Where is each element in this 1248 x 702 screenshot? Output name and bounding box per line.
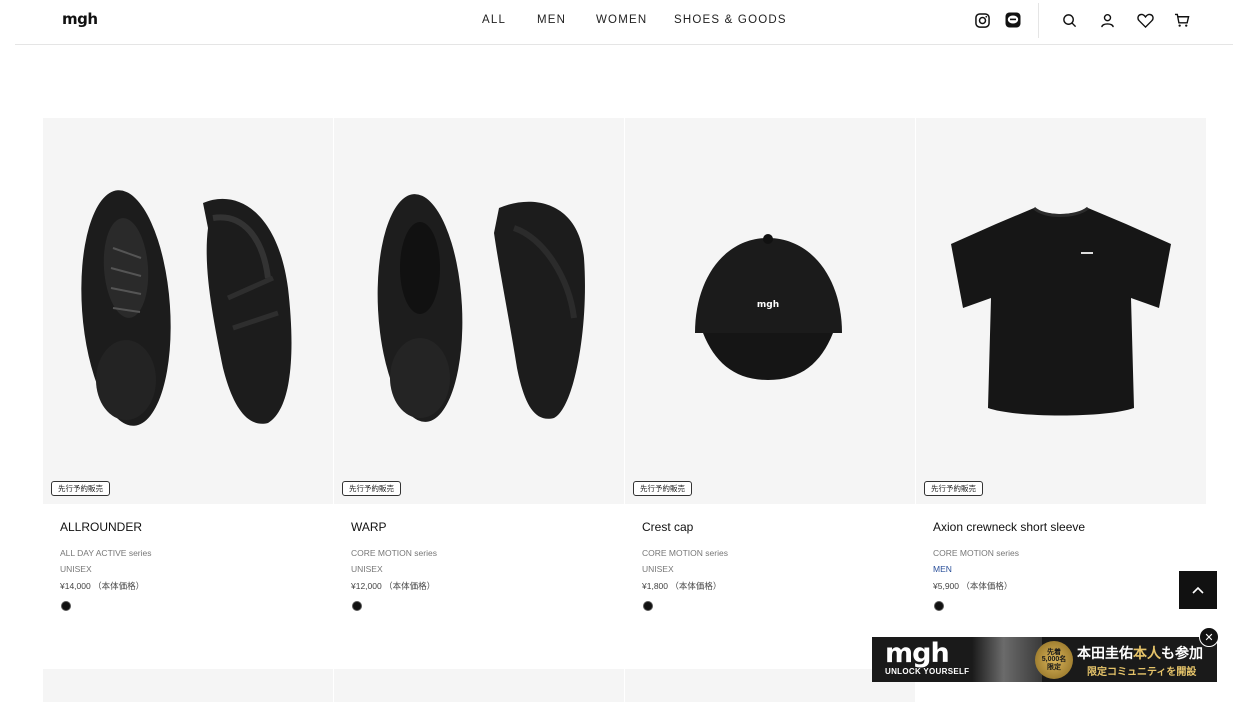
product-price: ¥1,800 （本体価格） xyxy=(642,581,722,591)
color-swatch-black[interactable] xyxy=(934,601,944,611)
banner-close-button[interactable]: ✕ xyxy=(1199,627,1219,647)
favorite-icon[interactable] xyxy=(1136,11,1154,29)
product-card[interactable]: 先行予約販売 Axion crewneck short sleeve CORE … xyxy=(916,118,1206,611)
cart-icon[interactable] xyxy=(1173,11,1191,29)
banner-logo: mgh xyxy=(885,638,950,669)
headline-pre: 本田圭佑 xyxy=(1077,645,1133,661)
nav-women[interactable]: WOMEN xyxy=(596,14,647,26)
product-series: CORE MOTION series xyxy=(642,548,728,558)
svg-text:mgh: mgh xyxy=(757,300,779,310)
chevron-up-icon xyxy=(1192,586,1204,594)
nav-shoes-goods[interactable]: SHOES & GOODS xyxy=(674,14,787,26)
product-name[interactable]: Crest cap xyxy=(642,520,693,534)
preorder-badge: 先行予約販売 xyxy=(51,481,110,496)
limited-medal: 先着 5,000名 限定 xyxy=(1035,641,1073,679)
shoe-pair-image xyxy=(81,190,292,426)
banner-tagline: UNLOCK YOURSELF xyxy=(885,667,970,676)
medal-bottom-text: 限定 xyxy=(1047,663,1061,671)
close-icon: ✕ xyxy=(1204,631,1214,644)
search-icon[interactable] xyxy=(1060,11,1078,29)
product-name[interactable]: Axion crewneck short sleeve xyxy=(933,520,1085,534)
color-swatch-black[interactable] xyxy=(61,601,71,611)
product-image[interactable]: 先行予約販売 xyxy=(43,118,333,504)
headline-post: も参加 xyxy=(1161,645,1203,661)
nav-men[interactable]: MEN xyxy=(537,14,566,26)
preorder-badge: 先行予約販売 xyxy=(342,481,401,496)
shoe-pair-image xyxy=(377,194,585,422)
t-shirt-image xyxy=(951,206,1171,416)
promo-banner[interactable]: mgh UNLOCK YOURSELF 先着 5,000名 限定 本田圭佑本人も… xyxy=(872,637,1217,682)
site-logo[interactable]: mgh xyxy=(62,10,98,28)
product-name[interactable]: WARP xyxy=(351,520,387,534)
product-card[interactable]: 先行予約販売 WARP CORE MOTION series UNISEX ¥1… xyxy=(334,118,624,611)
nav-all[interactable]: ALL xyxy=(482,14,506,26)
banner-subheadline: 限定コミュニティを開設 xyxy=(1087,667,1197,678)
product-series: CORE MOTION series xyxy=(351,548,437,558)
product-card-next[interactable] xyxy=(43,669,333,702)
color-swatch-black[interactable] xyxy=(352,601,362,611)
product-price: ¥5,900 （本体価格） xyxy=(933,581,1013,591)
header-divider xyxy=(1038,3,1039,38)
product-card-next[interactable] xyxy=(334,669,624,702)
product-name[interactable]: ALLROUNDER xyxy=(60,520,142,534)
cap-image: mgh xyxy=(695,234,842,380)
product-price: ¥14,000 （本体価格） xyxy=(60,581,145,591)
product-image[interactable]: 先行予約販売 xyxy=(334,118,624,504)
color-swatch-black[interactable] xyxy=(643,601,653,611)
header-border xyxy=(15,44,1233,45)
medal-mid-text: 5,000名 xyxy=(1041,656,1067,664)
product-card[interactable]: 先行予約販売 ALLROUNDER ALL DAY ACTIVE series … xyxy=(43,118,333,611)
banner-headline: 本田圭佑本人も参加 xyxy=(1077,643,1203,663)
product-gender: UNISEX xyxy=(60,564,92,574)
product-card[interactable]: mgh 先行予約販売 Crest cap CORE MOTION series … xyxy=(625,118,915,611)
product-price: ¥12,000 （本体価格） xyxy=(351,581,436,591)
product-series: CORE MOTION series xyxy=(933,548,1019,558)
preorder-badge: 先行予約販売 xyxy=(633,481,692,496)
product-gender: UNISEX xyxy=(351,564,383,574)
product-gender: UNISEX xyxy=(642,564,674,574)
preorder-badge: 先行予約販売 xyxy=(924,481,983,496)
instagram-icon[interactable] xyxy=(973,11,991,29)
site-header: mgh ALL MEN WOMEN SHOES & GOODS xyxy=(0,0,1248,44)
headline-gold: 本人 xyxy=(1133,645,1161,661)
banner-portrait xyxy=(972,637,1042,682)
account-icon[interactable] xyxy=(1098,11,1116,29)
scroll-top-button[interactable] xyxy=(1179,571,1217,609)
product-series: ALL DAY ACTIVE series xyxy=(60,548,152,558)
product-image[interactable]: 先行予約販売 xyxy=(916,118,1206,504)
product-image[interactable]: mgh 先行予約販売 xyxy=(625,118,915,504)
product-gender: MEN xyxy=(933,564,952,574)
line-icon[interactable] xyxy=(1004,11,1022,29)
